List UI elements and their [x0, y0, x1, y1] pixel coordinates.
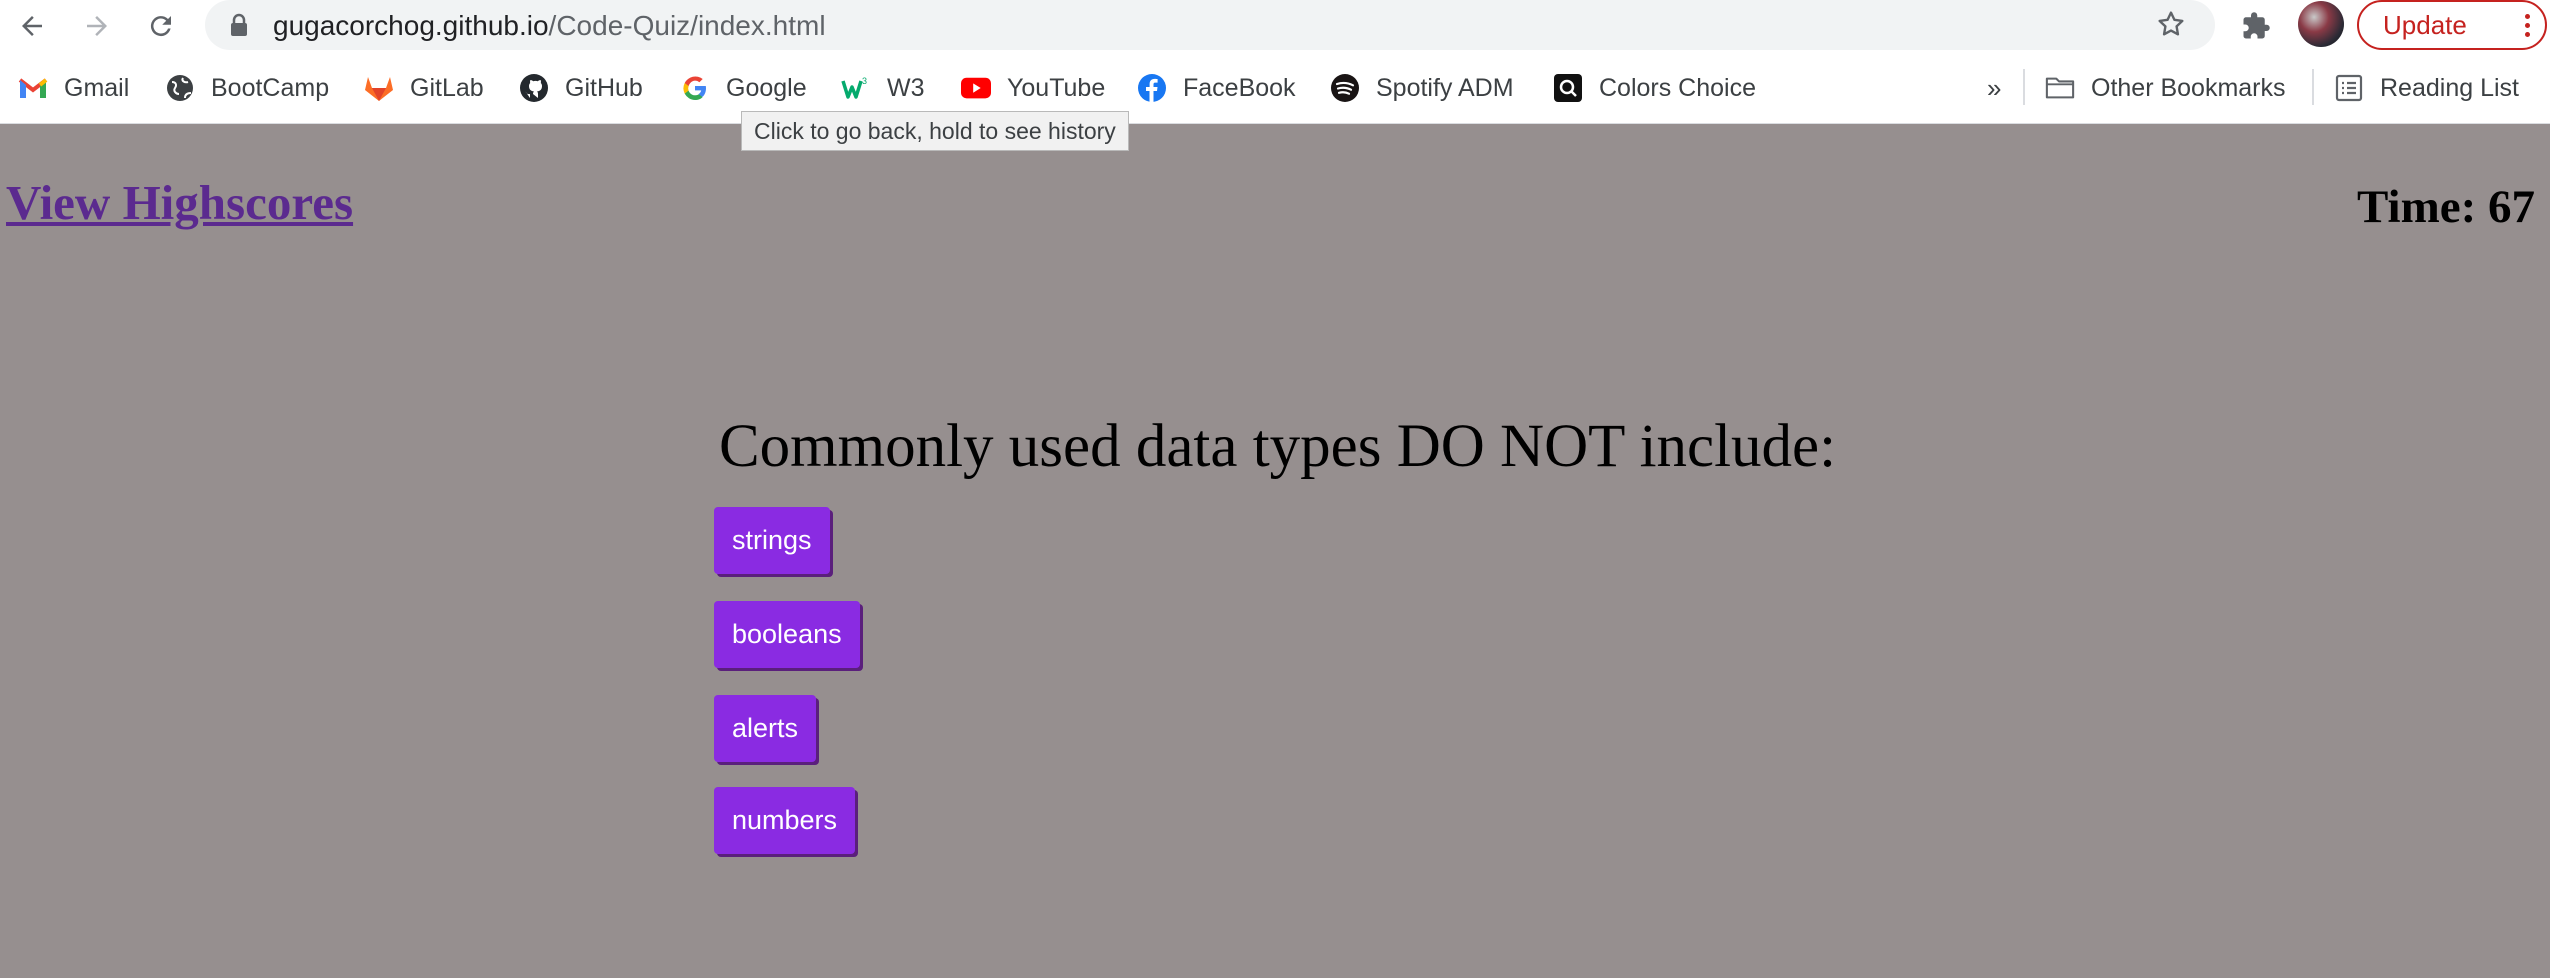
update-button[interactable]: Update	[2357, 0, 2547, 50]
google-icon	[680, 73, 710, 103]
reload-icon[interactable]	[141, 6, 181, 46]
folder-icon	[2045, 73, 2075, 103]
bookmarks-overflow-chevron[interactable]: »	[1987, 70, 2001, 106]
bookmark-label: W3	[887, 73, 925, 102]
back-arrow-icon[interactable]	[12, 6, 52, 46]
github-icon	[519, 73, 549, 103]
bookmark-github[interactable]: GitHub	[519, 70, 643, 106]
bookmark-w3[interactable]: 3 W3	[841, 70, 925, 106]
address-bar[interactable]: gugacorchog.github.io/Code-Quiz/index.ht…	[205, 0, 2215, 50]
bookmark-label: YouTube	[1007, 73, 1106, 102]
view-highscores-link[interactable]: View Highscores	[6, 174, 353, 231]
bookmarks-bar: Gmail BootCamp GitLab GitHub Google 3 W3	[0, 51, 2550, 124]
answer-button-booleans[interactable]: booleans	[714, 601, 860, 668]
other-bookmarks-label: Other Bookmarks	[2091, 73, 2286, 102]
svg-text:3: 3	[862, 76, 867, 86]
answer-button-strings[interactable]: strings	[714, 507, 830, 574]
bookmark-facebook[interactable]: FaceBook	[1137, 70, 1296, 106]
bookmark-bootcamp[interactable]: BootCamp	[165, 70, 329, 106]
bookmark-label: Gmail	[64, 73, 130, 102]
youtube-icon	[961, 73, 991, 103]
spotify-icon	[1330, 73, 1360, 103]
bookmark-label: Google	[726, 73, 807, 102]
star-icon[interactable]	[2155, 8, 2187, 45]
forward-arrow-icon[interactable]	[77, 6, 117, 46]
reading-list-icon	[2334, 73, 2364, 103]
colors-choice-icon	[1553, 73, 1583, 103]
bookmark-label: GitLab	[410, 73, 484, 102]
timer: Time: 67	[2357, 181, 2535, 233]
bookmark-label: BootCamp	[211, 73, 330, 102]
bookmark-label: Colors Choice	[1599, 73, 1757, 102]
reading-list[interactable]: Reading List	[2334, 70, 2519, 106]
profile-avatar[interactable]	[2298, 1, 2344, 47]
bookmark-gmail[interactable]: Gmail	[18, 70, 129, 106]
gmail-icon	[18, 73, 48, 103]
bookmark-gitlab[interactable]: GitLab	[364, 70, 484, 106]
answer-button-numbers[interactable]: numbers	[714, 787, 856, 854]
lock-icon	[229, 13, 249, 42]
gitlab-icon	[364, 73, 394, 103]
facebook-icon	[1137, 73, 1167, 103]
question-text: Commonly used data types DO NOT include:	[719, 413, 1837, 480]
bookmark-label: GitHub	[565, 73, 643, 102]
bookmark-spotify-adm[interactable]: Spotify ADM	[1330, 70, 1514, 106]
answer-button-alerts[interactable]: alerts	[714, 695, 817, 762]
menu-dots-icon[interactable]	[2525, 11, 2531, 41]
back-button-tooltip: Click to go back, hold to see history	[741, 111, 1129, 151]
globe-icon	[165, 73, 195, 103]
browser-toolbar: gugacorchog.github.io/Code-Quiz/index.ht…	[0, 0, 2550, 51]
extensions-icon[interactable]	[2236, 6, 2276, 46]
overflow-chevron-icon: »	[1987, 72, 2002, 103]
url-text: gugacorchog.github.io/Code-Quiz/index.ht…	[273, 10, 826, 41]
bookmark-label: FaceBook	[1183, 73, 1296, 102]
bookmark-colors-choice[interactable]: Colors Choice	[1553, 70, 1756, 106]
bookmark-separator	[2312, 69, 2314, 105]
other-bookmarks-folder[interactable]: Other Bookmarks	[2045, 70, 2286, 106]
bookmark-google[interactable]: Google	[680, 70, 807, 106]
reading-list-label: Reading List	[2380, 73, 2519, 102]
update-label: Update	[2383, 9, 2467, 40]
bookmark-label: Spotify ADM	[1376, 73, 1514, 102]
bookmark-separator	[2023, 69, 2025, 105]
w3-icon: 3	[841, 73, 871, 103]
bookmark-youtube[interactable]: YouTube	[961, 70, 1105, 106]
